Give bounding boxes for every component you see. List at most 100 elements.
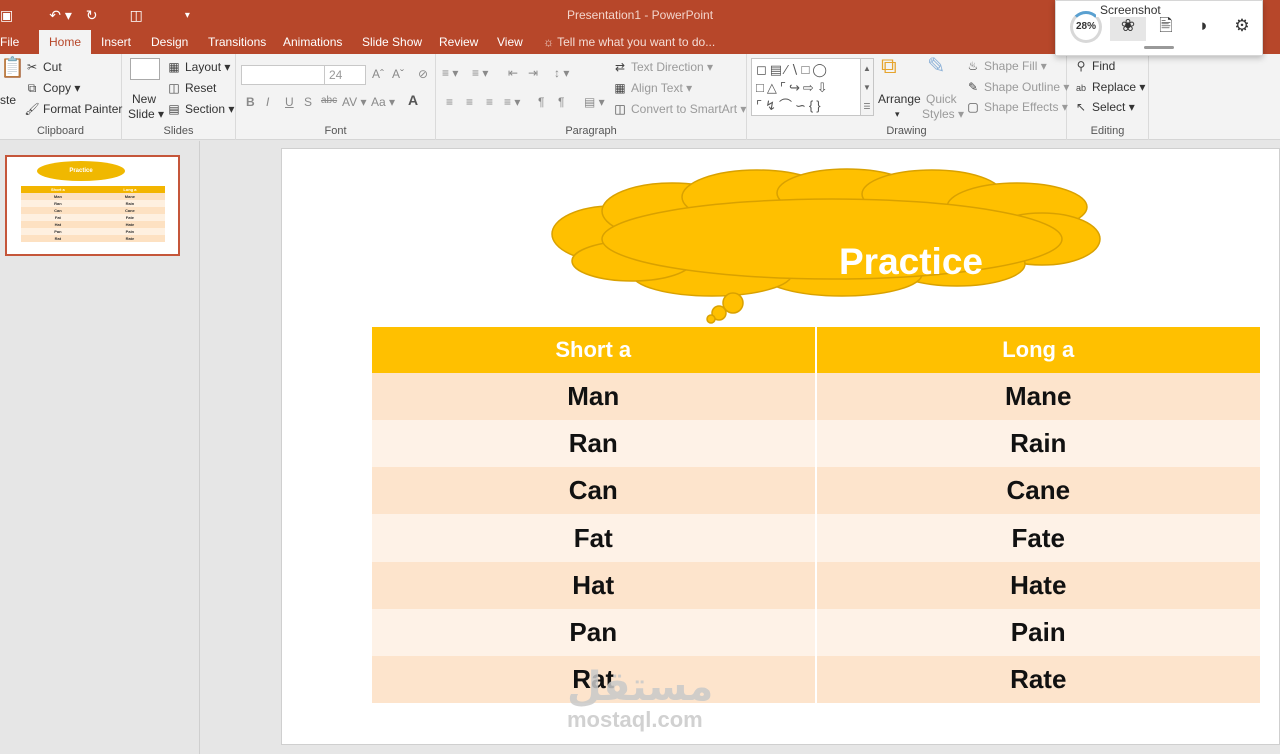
align-center-icon[interactable]: ≡ xyxy=(466,95,473,109)
table-cell[interactable]: Fat xyxy=(370,514,816,562)
edge-browser-icon[interactable]: ◗ xyxy=(1186,11,1222,41)
shape-outline-button[interactable]: ✎ Shape Outline ▾ xyxy=(965,79,1069,95)
tell-me-box[interactable]: ☼ Tell me what you want to do... xyxy=(543,30,715,54)
bullets-icon[interactable]: ≡ ▾ xyxy=(442,66,458,80)
cut-button[interactable]: ✂ Cut xyxy=(24,59,62,75)
new-slide-icon[interactable] xyxy=(130,58,160,80)
slide-thumbnail-1[interactable]: Practice Short a Long a Man Mane Ran Rain C… xyxy=(5,155,180,256)
slide-title[interactable]: Practice xyxy=(787,237,1035,287)
tab-slide-show[interactable]: Slide Show xyxy=(352,30,432,54)
strikethrough-icon[interactable]: abc xyxy=(321,95,337,106)
shape-fill-button[interactable]: ♨ Shape Fill ▾ xyxy=(965,58,1047,74)
capture-drag-handle[interactable] xyxy=(1144,46,1174,49)
bold-icon[interactable]: B xyxy=(246,95,255,109)
font-label: Font xyxy=(324,125,347,137)
table-row: Ran Rain xyxy=(370,420,1260,468)
smartart-icon: ◫ xyxy=(614,102,626,116)
table-cell[interactable]: Man xyxy=(370,373,816,421)
paste-icon[interactable]: 📋 xyxy=(0,58,25,78)
tab-animations[interactable]: Animations xyxy=(273,30,352,54)
editing-group: ⚲ Find ab Replace ▾ ↖ Select ▾ Editing xyxy=(1067,54,1149,140)
align-text-button[interactable]: ▦ Align Text ▾ xyxy=(612,80,692,96)
italic-icon[interactable]: I xyxy=(266,95,269,109)
capture-toolbar: 28% ❀ Screenshot 🖹 ◗ ⚙ xyxy=(1055,0,1263,56)
quick-styles-icon[interactable]: ✎ xyxy=(927,55,945,77)
tab-insert[interactable]: Insert xyxy=(91,30,141,54)
decrease-indent-icon[interactable]: ⇤ xyxy=(508,66,518,80)
table-header-short-a[interactable]: Short a xyxy=(370,327,816,374)
slide-canvas[interactable]: Practice Short a Long a Man Mane Ran Rain … xyxy=(281,148,1280,745)
table-row: Man Mane xyxy=(370,373,1260,421)
arrange-button[interactable]: Arrange xyxy=(878,91,921,107)
section-button[interactable]: ▤ Section ▾ xyxy=(166,101,234,117)
change-case-icon[interactable]: Aa ▾ xyxy=(371,95,395,109)
rtl-icon[interactable]: ¶ xyxy=(558,95,564,109)
table-cell[interactable]: Can xyxy=(370,467,816,515)
font-size-box[interactable]: 24 xyxy=(324,65,366,85)
select-button[interactable]: ↖ Select ▾ xyxy=(1073,99,1135,115)
tab-design[interactable]: Design xyxy=(141,30,198,54)
font-color-icon[interactable]: A xyxy=(408,92,418,108)
new-slide-dropdown[interactable]: Slide ▾ xyxy=(128,106,164,122)
clipboard-group: 📋 ste ✂ Cut ⧉ Copy ▾ 🖌 Format Painter Clipb… xyxy=(0,54,122,140)
shape-effects-button[interactable]: ▢ Shape Effects ▾ xyxy=(965,99,1068,115)
words-table[interactable]: Short a Long a Man Mane Ran Rain Can Cane F… xyxy=(370,327,1260,703)
find-button[interactable]: ⚲ Find xyxy=(1073,58,1116,74)
table-row: Hat Hate xyxy=(370,561,1260,609)
table-cell[interactable]: Pain xyxy=(814,608,1260,656)
table-cell[interactable]: Rate xyxy=(814,655,1260,703)
arrange-dropdown[interactable]: ▾ xyxy=(895,106,900,122)
replace-button[interactable]: ab Replace ▾ xyxy=(1073,79,1145,96)
table-cell[interactable]: Pan xyxy=(370,608,816,656)
table-cell[interactable]: Ran xyxy=(370,420,816,468)
quick-styles-button[interactable]: Quick xyxy=(926,91,957,107)
table-cell[interactable]: Hate xyxy=(814,561,1260,609)
notes-icon[interactable]: 🖹 xyxy=(1148,11,1184,41)
shapes-gallery-scroll[interactable]: ▲ ▼ ☰ xyxy=(861,58,874,116)
tab-review[interactable]: Review xyxy=(429,30,488,54)
ltr-icon[interactable]: ¶ xyxy=(538,95,544,109)
table-cell[interactable]: Fate xyxy=(814,514,1260,562)
thought-cloud-shape[interactable] xyxy=(282,149,1280,329)
columns-icon[interactable]: ▤ ▾ xyxy=(584,95,605,109)
table-cell[interactable]: Cane xyxy=(814,467,1260,515)
clear-formatting-icon[interactable]: ⊘ xyxy=(418,67,428,81)
shadow-icon[interactable]: S xyxy=(304,95,312,109)
text-direction-button[interactable]: ⇄ Text Direction ▾ xyxy=(612,59,713,75)
font-name-box[interactable] xyxy=(241,65,325,85)
table-cell[interactable]: Mane xyxy=(814,373,1260,421)
align-left-icon[interactable]: ≡ xyxy=(446,95,453,109)
shrink-font-icon[interactable]: Aˇ xyxy=(392,67,404,81)
reset-button[interactable]: ◫ Reset xyxy=(166,80,216,96)
underline-icon[interactable]: U xyxy=(285,95,294,109)
increase-indent-icon[interactable]: ⇥ xyxy=(528,66,538,80)
tab-transitions[interactable]: Transitions xyxy=(198,30,276,54)
search-icon: ⚲ xyxy=(1076,59,1086,73)
paste-button[interactable]: ste xyxy=(0,92,16,108)
quick-styles-dropdown[interactable]: Styles ▾ xyxy=(922,106,964,122)
tab-home[interactable]: Home xyxy=(39,30,91,54)
justify-icon[interactable]: ≡ ▾ xyxy=(504,95,520,109)
tab-view[interactable]: View xyxy=(487,30,533,54)
convert-smartart-button[interactable]: ◫ Convert to SmartArt ▾ xyxy=(612,101,746,117)
settings-gear-icon[interactable]: ⚙ xyxy=(1224,11,1260,41)
character-spacing-icon[interactable]: AV ▾ xyxy=(342,95,366,109)
format-painter-button[interactable]: 🖌 Format Painter xyxy=(24,101,122,117)
table-header-long-a[interactable]: Long a xyxy=(814,327,1260,374)
table-cell[interactable]: Rain xyxy=(814,420,1260,468)
table-cell[interactable]: Hat xyxy=(370,561,816,609)
ribbon: 📋 ste ✂ Cut ⧉ Copy ▾ 🖌 Format Painter Clipb… xyxy=(0,54,1280,140)
line-spacing-icon[interactable]: ↕ ▾ xyxy=(554,66,569,80)
align-right-icon[interactable]: ≡ xyxy=(486,95,493,109)
arrange-icon[interactable]: ⧉ xyxy=(881,55,897,77)
numbering-icon[interactable]: ≡ ▾ xyxy=(472,66,488,80)
grow-font-icon[interactable]: Aˆ xyxy=(372,67,384,81)
copy-button[interactable]: ⧉ Copy ▾ xyxy=(24,80,81,96)
shapes-gallery[interactable]: ◻▤∕∖□◯ □△⌜↪⇨⇩ ⌜↯⌒∽{} xyxy=(751,58,861,116)
thumb-cell: Pan xyxy=(21,228,95,235)
layout-button[interactable]: ▦ Layout ▾ xyxy=(166,59,230,75)
thumbnail-table: Short a Long a Man Mane Ran Rain Can Cane Fa… xyxy=(21,186,165,242)
new-slide-button[interactable]: New xyxy=(132,91,156,107)
paint-bucket-icon: ♨ xyxy=(967,59,979,73)
tab-file[interactable]: File xyxy=(0,30,29,54)
